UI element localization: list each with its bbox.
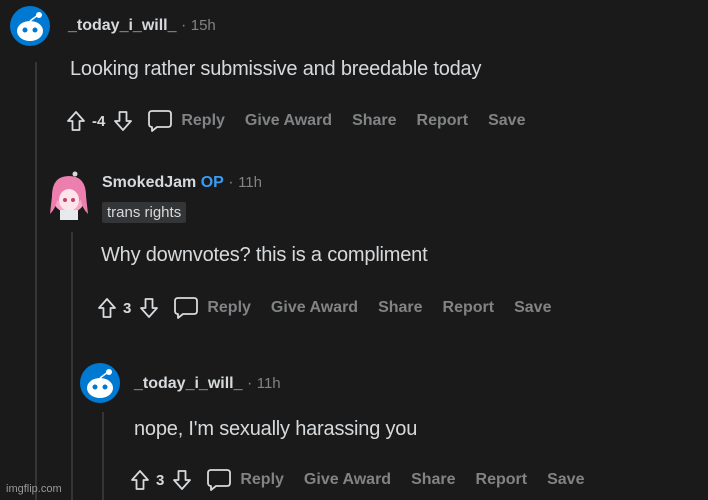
comment-body: Why downvotes? this is a compliment xyxy=(101,244,428,266)
comment-author-line: _today_i_will_ · 15h xyxy=(68,17,216,35)
reply-label: Reply xyxy=(181,112,225,129)
username-link[interactable]: _today_i_will_ xyxy=(134,375,243,392)
separator: · xyxy=(228,174,234,191)
anime-avatar-icon xyxy=(50,171,88,220)
snoo-avatar-icon xyxy=(80,363,120,403)
thread-line[interactable] xyxy=(102,412,104,500)
reply-label: Reply xyxy=(207,299,251,316)
comment-actions: -4 Reply Give Award Share Report Save xyxy=(66,106,545,136)
vote-score: 3 xyxy=(123,299,132,317)
downvote-icon[interactable] xyxy=(113,110,133,132)
watermark: imgflip.com xyxy=(6,483,62,495)
save-button[interactable]: Save xyxy=(547,471,584,489)
save-button[interactable]: Save xyxy=(488,112,525,130)
timestamp[interactable]: 11h xyxy=(238,174,262,191)
avatar[interactable] xyxy=(10,6,50,46)
comment-author-line: _today_i_will_ · 11h xyxy=(134,375,281,393)
share-button[interactable]: Share xyxy=(411,471,455,489)
give-award-button[interactable]: Give Award xyxy=(271,299,358,317)
upvote-icon[interactable] xyxy=(97,297,117,319)
comment-bubble-icon xyxy=(148,110,173,132)
reply-button[interactable]: Reply xyxy=(147,109,225,133)
save-button[interactable]: Save xyxy=(514,299,551,317)
comment-bubble-icon xyxy=(207,469,232,491)
comment-author-line: SmokedJam OP · 11h xyxy=(102,174,262,192)
report-button[interactable]: Report xyxy=(476,471,528,489)
reply-button[interactable]: Reply xyxy=(173,296,251,320)
downvote-icon[interactable] xyxy=(139,297,159,319)
comment-bubble-icon xyxy=(174,297,199,319)
comment-actions: 3 Reply Give Award Share Report Save xyxy=(130,465,604,495)
avatar[interactable] xyxy=(80,363,120,403)
comment-body: nope, I'm sexually harassing you xyxy=(134,418,418,440)
share-button[interactable]: Share xyxy=(378,299,422,317)
avatar[interactable] xyxy=(46,170,92,220)
upvote-icon[interactable] xyxy=(66,110,86,132)
reply-button[interactable]: Reply xyxy=(206,468,284,492)
timestamp[interactable]: 11h xyxy=(257,375,281,392)
downvote-icon[interactable] xyxy=(172,469,192,491)
timestamp[interactable]: 15h xyxy=(191,17,216,34)
op-badge: OP xyxy=(200,174,224,191)
thread-line[interactable] xyxy=(35,62,37,500)
username-link[interactable]: SmokedJam xyxy=(102,174,196,191)
thread-line[interactable] xyxy=(71,232,73,500)
report-button[interactable]: Report xyxy=(417,112,469,130)
snoo-avatar-icon xyxy=(10,6,50,46)
share-button[interactable]: Share xyxy=(352,112,396,130)
report-button[interactable]: Report xyxy=(443,299,495,317)
separator: · xyxy=(180,17,187,34)
username-link[interactable]: _today_i_will_ xyxy=(68,17,177,34)
upvote-icon[interactable] xyxy=(130,469,150,491)
give-award-button[interactable]: Give Award xyxy=(304,471,391,489)
comment-actions: 3 Reply Give Award Share Report Save xyxy=(97,293,571,323)
vote-score: -4 xyxy=(92,112,106,130)
give-award-button[interactable]: Give Award xyxy=(245,112,332,130)
vote-score: 3 xyxy=(156,471,165,489)
separator: · xyxy=(246,375,253,392)
comment-body: Looking rather submissive and breedable … xyxy=(70,58,482,80)
user-flair: trans rights xyxy=(102,202,187,223)
reply-label: Reply xyxy=(240,471,284,488)
